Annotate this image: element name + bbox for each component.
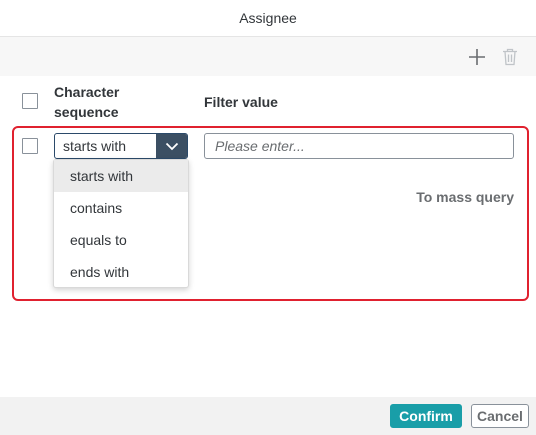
column-header-character-sequence: Character sequence bbox=[54, 84, 120, 120]
add-row-button[interactable] bbox=[465, 45, 489, 69]
operator-dropdown-list: starts with contains equals to ends with bbox=[53, 159, 189, 288]
operator-select-value: starts with bbox=[63, 138, 127, 154]
plus-icon bbox=[469, 49, 485, 65]
option-starts-with[interactable]: starts with bbox=[54, 160, 188, 192]
option-equals-to[interactable]: equals to bbox=[54, 224, 188, 256]
select-all-checkbox[interactable] bbox=[22, 93, 38, 109]
chevron-down-icon bbox=[165, 142, 178, 150]
option-contains[interactable]: contains bbox=[54, 192, 188, 224]
confirm-button[interactable]: Confirm bbox=[390, 404, 462, 428]
option-ends-with[interactable]: ends with bbox=[54, 256, 188, 288]
delete-row-button[interactable] bbox=[498, 45, 522, 69]
row-checkbox[interactable] bbox=[22, 138, 38, 154]
assignee-dialog: Assignee Character sequence Filter value… bbox=[0, 0, 536, 435]
toolbar bbox=[0, 36, 536, 76]
cancel-button[interactable]: Cancel bbox=[471, 404, 529, 428]
dialog-footer: Confirm Cancel bbox=[0, 397, 536, 435]
operator-select[interactable]: starts with bbox=[54, 133, 188, 159]
trash-icon bbox=[503, 48, 517, 66]
filter-value-input[interactable] bbox=[204, 133, 514, 159]
mass-query-link[interactable]: To mass query bbox=[416, 189, 514, 205]
dropdown-toggle[interactable] bbox=[156, 134, 187, 158]
column-header-filter-value: Filter value bbox=[204, 94, 278, 110]
dialog-title: Assignee bbox=[239, 10, 297, 26]
